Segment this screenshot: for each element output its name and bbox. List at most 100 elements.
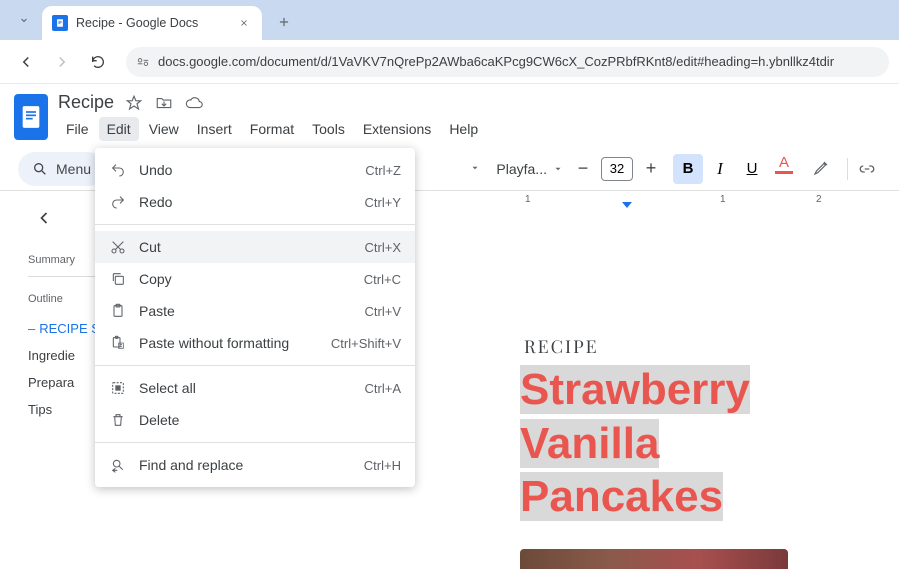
menu-shortcut: Ctrl+Z	[365, 163, 401, 178]
browser-tab[interactable]: Recipe - Google Docs	[42, 6, 262, 40]
menu-shortcut: Ctrl+X	[365, 240, 401, 255]
browser-tab-strip: Recipe - Google Docs	[0, 0, 899, 40]
menu-shortcut: Ctrl+Shift+V	[331, 336, 401, 351]
tab-title: Recipe - Google Docs	[76, 16, 228, 30]
nav-forward-button[interactable]	[46, 46, 78, 78]
summary-section-label: Summary	[28, 254, 100, 266]
document-title[interactable]: Recipe	[58, 92, 114, 113]
menu-item-label: Cut	[139, 239, 353, 255]
tab-stop-marker[interactable]	[622, 202, 632, 208]
menu-shortcut: Ctrl+A	[365, 381, 401, 396]
close-tab-button[interactable]	[236, 15, 252, 31]
url-text: docs.google.com/document/d/1VaVKV7nQrePp…	[158, 54, 834, 69]
recipe-eyebrow[interactable]: RECIPE	[524, 334, 899, 358]
edit-menu-delete[interactable]: Delete	[95, 404, 415, 436]
undo-icon	[109, 161, 127, 179]
find-replace-icon	[109, 456, 127, 474]
nav-reload-button[interactable]	[82, 46, 114, 78]
underline-button[interactable]: U	[737, 154, 767, 184]
paste-plain-icon	[109, 334, 127, 352]
outline-panel: Summary Outline –RECIPE SIngrediePrepara…	[18, 192, 100, 552]
text-color-swatch	[775, 171, 793, 174]
menu-item-label: Redo	[139, 194, 353, 210]
menu-format[interactable]: Format	[242, 117, 302, 141]
edit-menu-paste-without-formatting[interactable]: Paste without formattingCtrl+Shift+V	[95, 327, 415, 359]
font-size-increase-button[interactable]: +	[639, 157, 663, 181]
menu-view[interactable]: View	[141, 117, 187, 141]
title-line-2: Vanilla	[520, 419, 659, 468]
menu-item-label: Paste	[139, 303, 353, 319]
edit-dropdown-menu: UndoCtrl+Z Redo Ctrl+Y Cut Ctrl+X Copy Ctrl+C P…	[95, 148, 415, 487]
menu-shortcut: Ctrl+H	[364, 458, 401, 473]
edit-menu-cut[interactable]: Cut Ctrl+X	[95, 231, 415, 263]
font-size-decrease-button[interactable]: −	[571, 157, 595, 181]
title-line-3: Pancakes	[520, 472, 723, 521]
cloud-status-icon[interactable]	[184, 93, 204, 113]
edit-menu-copy[interactable]: Copy Ctrl+C	[95, 263, 415, 295]
browser-address-bar: docs.google.com/document/d/1VaVKV7nQrePp…	[0, 40, 899, 84]
highlight-button[interactable]	[807, 154, 835, 182]
menu-insert[interactable]: Insert	[189, 117, 240, 141]
menu-item-label: Copy	[139, 271, 352, 287]
menu-edit[interactable]: Edit	[99, 117, 139, 141]
outline-item[interactable]: Ingredie	[28, 342, 100, 369]
paste-icon	[109, 302, 127, 320]
toolbar-divider	[847, 158, 848, 180]
outline-item[interactable]: Prepara	[28, 369, 100, 396]
outline-section-label: Outline	[28, 293, 100, 305]
menu-shortcut: Ctrl+Y	[365, 195, 401, 210]
text-color-letter: A	[779, 154, 789, 171]
document-page[interactable]: RECIPE Strawberry Vanilla Pancakes	[520, 214, 899, 569]
search-icon	[32, 161, 48, 177]
menu-file[interactable]: File	[58, 117, 97, 141]
menu-extensions[interactable]: Extensions	[355, 117, 439, 141]
url-input[interactable]: docs.google.com/document/d/1VaVKV7nQrePp…	[126, 47, 889, 77]
outline-item[interactable]: –RECIPE S	[28, 315, 100, 342]
vertical-ruler	[0, 192, 18, 552]
cut-icon	[109, 238, 127, 256]
docs-header: Recipe File Edit View Insert Format Tool…	[0, 84, 899, 141]
menu-separator	[95, 365, 415, 366]
menu-separator	[95, 224, 415, 225]
docs-logo-icon[interactable]	[14, 94, 48, 140]
menu-separator	[95, 442, 415, 443]
font-size-input[interactable]: 32	[601, 157, 633, 181]
menu-tools[interactable]: Tools	[304, 117, 353, 141]
ruler-mark: 1	[525, 194, 531, 205]
nav-back-button[interactable]	[10, 46, 42, 78]
ruler-mark: 2	[816, 194, 822, 205]
font-size-control: − 32 +	[571, 157, 663, 181]
italic-button[interactable]: I	[705, 154, 735, 184]
redo-icon	[109, 193, 127, 211]
move-button[interactable]	[154, 93, 174, 113]
ruler-mark: 1	[720, 194, 726, 205]
menu-shortcut: Ctrl+C	[364, 272, 401, 287]
close-outline-button[interactable]	[28, 202, 60, 234]
edit-menu-undo[interactable]: UndoCtrl+Z	[95, 154, 415, 186]
menus-pill-label: Menu	[56, 161, 91, 177]
menus-search-button[interactable]: Menu	[18, 152, 105, 186]
docs-favicon-icon	[52, 15, 68, 31]
edit-menu-redo[interactable]: Redo Ctrl+Y	[95, 186, 415, 218]
insert-link-button[interactable]	[854, 155, 881, 183]
site-info-icon[interactable]	[136, 55, 150, 69]
menu-item-label: Delete	[139, 412, 389, 428]
edit-menu-select-all[interactable]: Select allCtrl+A	[95, 372, 415, 404]
new-tab-button[interactable]	[270, 8, 298, 36]
bold-button[interactable]: B	[673, 154, 703, 184]
menu-item-label: Find and replace	[139, 457, 352, 473]
menu-help[interactable]: Help	[441, 117, 486, 141]
edit-menu-find-and-replace[interactable]: Find and replace Ctrl+H	[95, 449, 415, 481]
title-line-1: Strawberry	[520, 365, 750, 414]
tab-search-button[interactable]	[10, 6, 38, 34]
edit-menu-paste[interactable]: PasteCtrl+V	[95, 295, 415, 327]
styles-dropdown[interactable]	[462, 160, 488, 178]
star-button[interactable]	[124, 93, 144, 113]
recipe-title[interactable]: Strawberry Vanilla Pancakes	[520, 362, 899, 523]
copy-icon	[109, 270, 127, 288]
outline-item[interactable]: Tips	[28, 396, 100, 423]
section-divider	[28, 276, 98, 277]
font-family-dropdown[interactable]: Playfa...	[488, 161, 571, 177]
text-color-button[interactable]: A	[769, 154, 799, 184]
delete-icon	[109, 411, 127, 429]
